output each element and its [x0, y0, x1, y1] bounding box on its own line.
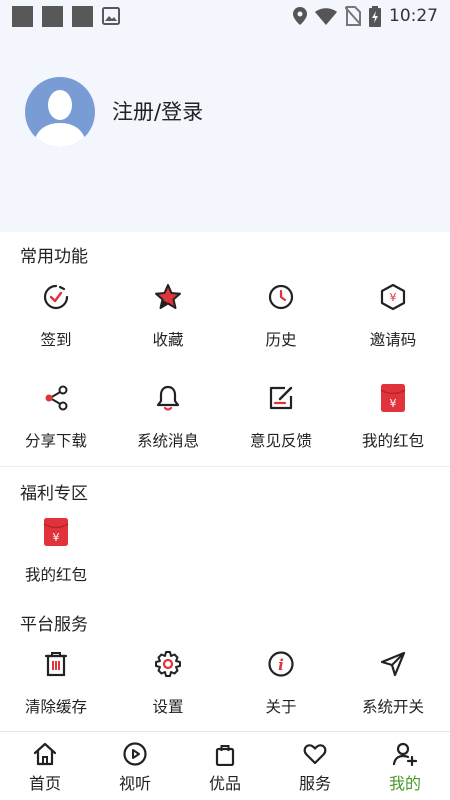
heart-icon	[303, 744, 327, 765]
send-icon	[378, 649, 408, 679]
svg-text:¥: ¥	[53, 531, 60, 544]
svg-text:¥: ¥	[390, 397, 397, 410]
settings-label: 设置	[152, 698, 184, 716]
history-label: 历史	[265, 331, 297, 349]
system-messages-label: 系统消息	[136, 432, 199, 450]
about-button[interactable]: i 关于	[225, 649, 337, 739]
user-silhouette-icon	[33, 90, 87, 147]
profile-header: 注册/登录	[0, 32, 450, 232]
nav-mine[interactable]: 我的	[360, 732, 450, 800]
welfare-red-packet-label: 我的红包	[24, 566, 87, 584]
clock-time: 10:27	[389, 6, 438, 26]
section-title-welfare: 福利专区	[20, 484, 88, 504]
clear-cache-label: 清除缓存	[24, 698, 87, 716]
wifi-icon	[315, 7, 337, 25]
login-register-link[interactable]: 注册/登录	[112, 96, 203, 126]
feedback-icon	[266, 383, 296, 413]
invite-code-button[interactable]: ¥ 邀请码	[337, 282, 449, 372]
user-add-icon	[393, 742, 417, 766]
system-messages-button[interactable]: 系统消息	[112, 383, 224, 473]
battery-charging-icon	[369, 5, 381, 27]
feedback-button[interactable]: 意见反馈	[225, 383, 337, 473]
checkin-icon	[41, 282, 71, 312]
play-icon	[123, 742, 147, 766]
system-switch-button[interactable]: 系统开关	[337, 649, 449, 739]
nav-products[interactable]: 优品	[180, 732, 270, 800]
nav-media[interactable]: 视听	[90, 732, 180, 800]
checkin-label: 签到	[40, 331, 72, 349]
no-sim-icon	[345, 6, 361, 26]
status-bar-right: 10:27	[293, 5, 438, 27]
home-icon	[33, 742, 57, 766]
notification-icon	[72, 5, 93, 27]
nav-mine-label: 我的	[388, 774, 421, 793]
settings-button[interactable]: 设置	[112, 649, 224, 739]
checkin-button[interactable]: 签到	[0, 282, 112, 372]
nav-services-label: 服务	[298, 774, 331, 793]
trash-icon	[41, 649, 71, 679]
svg-text:¥: ¥	[390, 291, 397, 304]
status-bar-left	[12, 5, 120, 27]
section-title-platform: 平台服务	[20, 615, 88, 635]
location-icon	[293, 7, 307, 25]
section-title-common: 常用功能	[20, 247, 88, 267]
feedback-label: 意见反馈	[249, 432, 312, 450]
nav-products-label: 优品	[208, 774, 241, 793]
gear-icon	[153, 649, 183, 679]
notification-icon	[42, 5, 63, 27]
clear-cache-button[interactable]: 清除缓存	[0, 649, 112, 739]
system-switch-label: 系统开关	[361, 698, 424, 716]
invite-code-icon: ¥	[378, 282, 408, 312]
share-icon	[41, 383, 71, 413]
share-download-button[interactable]: 分享下载	[0, 383, 112, 473]
nav-home-label: 首页	[28, 774, 61, 793]
info-icon: i	[266, 649, 296, 679]
status-bar: 10:27	[0, 0, 450, 32]
red-packet-icon: ¥	[378, 383, 408, 413]
nav-home[interactable]: 首页	[0, 732, 90, 800]
star-icon	[153, 282, 183, 312]
red-packet-icon: ¥	[41, 517, 71, 547]
section-divider	[0, 466, 450, 467]
notification-icon	[12, 5, 33, 27]
clock-icon	[266, 282, 296, 312]
favorites-label: 收藏	[152, 331, 184, 349]
favorites-button[interactable]: 收藏	[112, 282, 224, 372]
nav-media-label: 视听	[118, 774, 151, 793]
share-download-label: 分享下载	[24, 432, 87, 450]
about-label: 关于	[265, 698, 297, 716]
svg-text:i: i	[278, 656, 284, 674]
bell-icon	[153, 383, 183, 413]
my-red-packet-label: 我的红包	[361, 432, 424, 450]
invite-code-label: 邀请码	[369, 331, 417, 349]
image-icon	[102, 7, 120, 25]
history-button[interactable]: 历史	[225, 282, 337, 372]
nav-services[interactable]: 服务	[270, 732, 360, 800]
bottom-navigation: 首页 视听 优品 服务 我的	[0, 731, 450, 800]
shopping-bag-icon	[215, 745, 235, 766]
my-red-packet-button[interactable]: ¥ 我的红包	[337, 383, 449, 473]
welfare-red-packet-button[interactable]: ¥ 我的红包	[0, 517, 112, 607]
avatar[interactable]	[25, 77, 95, 147]
